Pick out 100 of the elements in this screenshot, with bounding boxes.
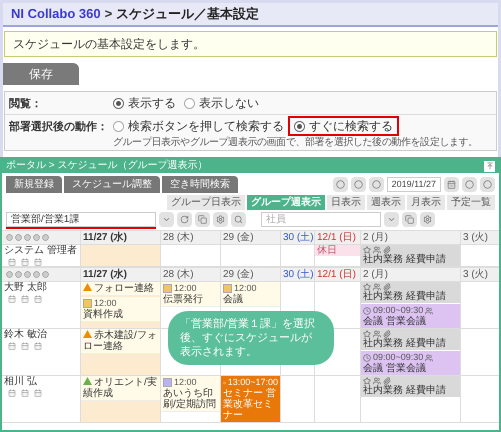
event-time: 09:00~09:30 [373, 352, 424, 362]
calendar-icon[interactable] [34, 342, 42, 350]
calendar-icon[interactable] [8, 258, 16, 266]
upload-icon[interactable] [484, 160, 495, 172]
circle-icon[interactable] [6, 271, 13, 278]
people-icon [425, 306, 434, 314]
workflow-item[interactable]: 社内業務 経費申請 [361, 245, 460, 266]
event-title: 資料作成 [83, 309, 124, 320]
setting-note: グループ日表示やグループ週表示の画面で、部署を選択した後の動作を設定します。 [112, 136, 478, 149]
todo-item[interactable]: 赤木建設/フォロー連絡 [81, 329, 160, 354]
circle-icon[interactable] [42, 234, 49, 241]
radio-button[interactable] [184, 98, 195, 108]
schedule-item[interactable]: 12:00 資料作成 [81, 297, 160, 322]
employee-field[interactable]: 社員 [261, 212, 381, 227]
radio-option[interactable]: すぐに検索する [288, 116, 399, 136]
meeting-item[interactable]: 09:00~09:30 会議 営業会議 [361, 351, 460, 375]
day-header: 28 (木) [163, 268, 194, 281]
calendar-icon[interactable] [8, 295, 16, 303]
user-name[interactable]: 大野 太郎 [4, 282, 78, 293]
toolbar-button[interactable] [159, 212, 174, 227]
todo-item[interactable]: フォロー連絡 [81, 282, 160, 296]
day-header: 29 (金) [223, 268, 254, 281]
event-time: 12:00 [174, 283, 197, 294]
toolbar-button[interactable] [384, 212, 399, 227]
view-tab[interactable]: 週表示 [367, 195, 405, 210]
toolbar-button[interactable] [368, 177, 384, 192]
calendar-icon[interactable] [34, 295, 42, 303]
paperclip-icon [383, 246, 391, 254]
toolbar-button[interactable] [402, 212, 417, 227]
action-button[interactable]: 空き時間検索 [162, 176, 238, 193]
radio-option[interactable]: 表示する [109, 93, 180, 113]
paperclip-icon [383, 377, 391, 385]
toolbar-button[interactable] [231, 212, 246, 227]
people-icon [373, 330, 381, 338]
people-icon [373, 283, 381, 291]
calendar-icon[interactable] [21, 389, 29, 397]
toolbar-button[interactable] [444, 177, 459, 192]
event-title: 会議 [223, 294, 244, 305]
workflow-item[interactable]: 社内業務 経費申請 [361, 376, 460, 397]
date-field[interactable]: 2019/11/27 [386, 177, 441, 192]
event-time: 09:00~09:30 [373, 305, 424, 316]
circle-icon[interactable] [6, 234, 13, 241]
toolbar-button[interactable] [462, 177, 477, 192]
day-header: 12/1 (日) [317, 268, 356, 281]
circle-icon[interactable] [42, 271, 49, 278]
circle-icon[interactable] [24, 234, 31, 241]
app-link[interactable]: NI Collabo 360 [11, 4, 101, 24]
view-tab[interactable]: グループ日表示 [167, 195, 245, 210]
view-tab[interactable]: 日表示 [327, 195, 365, 210]
toolbar-button[interactable] [213, 212, 228, 227]
holiday-label: 休日 [315, 245, 360, 256]
circle-icon[interactable] [15, 271, 22, 278]
calendar-icon[interactable] [21, 295, 29, 303]
action-button[interactable]: スケジュール調整 [64, 176, 160, 193]
workflow-item[interactable]: 社内業務 経費申請 [361, 282, 460, 303]
event-title: 社内業務 経費申請 [363, 291, 447, 302]
action-button[interactable]: 新規登録 [6, 176, 62, 193]
page-title: スケジュール／基本設定 [116, 5, 260, 24]
save-button[interactable]: 保存 [3, 63, 79, 85]
paperclip-icon [383, 330, 391, 338]
star-icon [363, 377, 371, 385]
user-name[interactable]: 相川 弘 [4, 376, 78, 387]
calendar-icon[interactable] [34, 258, 42, 266]
radio-button[interactable] [113, 98, 124, 108]
toolbar-button[interactable] [350, 177, 366, 192]
calendar-icon[interactable] [8, 389, 16, 397]
toolbar-button[interactable] [195, 212, 210, 227]
user-name[interactable]: 鈴木 敏治 [4, 329, 78, 340]
toolbar-button[interactable] [420, 212, 435, 227]
calendar-icon[interactable] [34, 389, 42, 397]
schedule-item[interactable]: 12:00 伝票発行 [161, 282, 220, 307]
calendar-icon[interactable] [21, 342, 29, 350]
calendar-icon[interactable] [21, 258, 29, 266]
event-title: セミナー 営業改革セミナー [223, 388, 277, 421]
calendar-icon[interactable] [8, 342, 16, 350]
callout-bubble: 「営業部/営業１課」を選択後、すぐにスケジュールが表示されます。 [168, 311, 334, 365]
caret-icon [387, 215, 396, 224]
toolbar-button[interactable] [480, 177, 495, 192]
toolbar-button[interactable] [177, 212, 192, 227]
schedule-item[interactable]: 12:00 あいうち印刷/定期訪問 [161, 376, 220, 412]
radio-option[interactable]: 検索ボタンを押して検索する [109, 116, 288, 136]
radio-button[interactable] [113, 120, 124, 132]
people-icon [373, 377, 381, 385]
todo-item[interactable]: オリエント/実績作成 [81, 376, 160, 401]
event-title: 社内業務 経費申請 [363, 338, 447, 349]
view-tab[interactable]: 予定一覧 [447, 195, 495, 210]
view-tab[interactable]: 月表示 [407, 195, 445, 210]
user-name[interactable]: システム 管理者 [4, 245, 78, 256]
schedule-item[interactable]: 12:00 会議 [221, 282, 280, 307]
radio-option[interactable]: 表示しない [180, 93, 263, 113]
circle-icon[interactable] [24, 271, 31, 278]
circle-icon[interactable] [33, 234, 40, 241]
department-field[interactable]: 営業部/営業1課 [6, 212, 156, 227]
meeting-item[interactable]: 09:00~09:30 会議 営業会議 [361, 304, 460, 328]
circle-icon[interactable] [33, 271, 40, 278]
workflow-item[interactable]: 社内業務 経費申請 [361, 329, 460, 350]
radio-button[interactable] [294, 120, 305, 132]
circle-icon[interactable] [15, 234, 22, 241]
paperclip-icon [383, 283, 391, 291]
toolbar-button[interactable] [332, 177, 348, 192]
